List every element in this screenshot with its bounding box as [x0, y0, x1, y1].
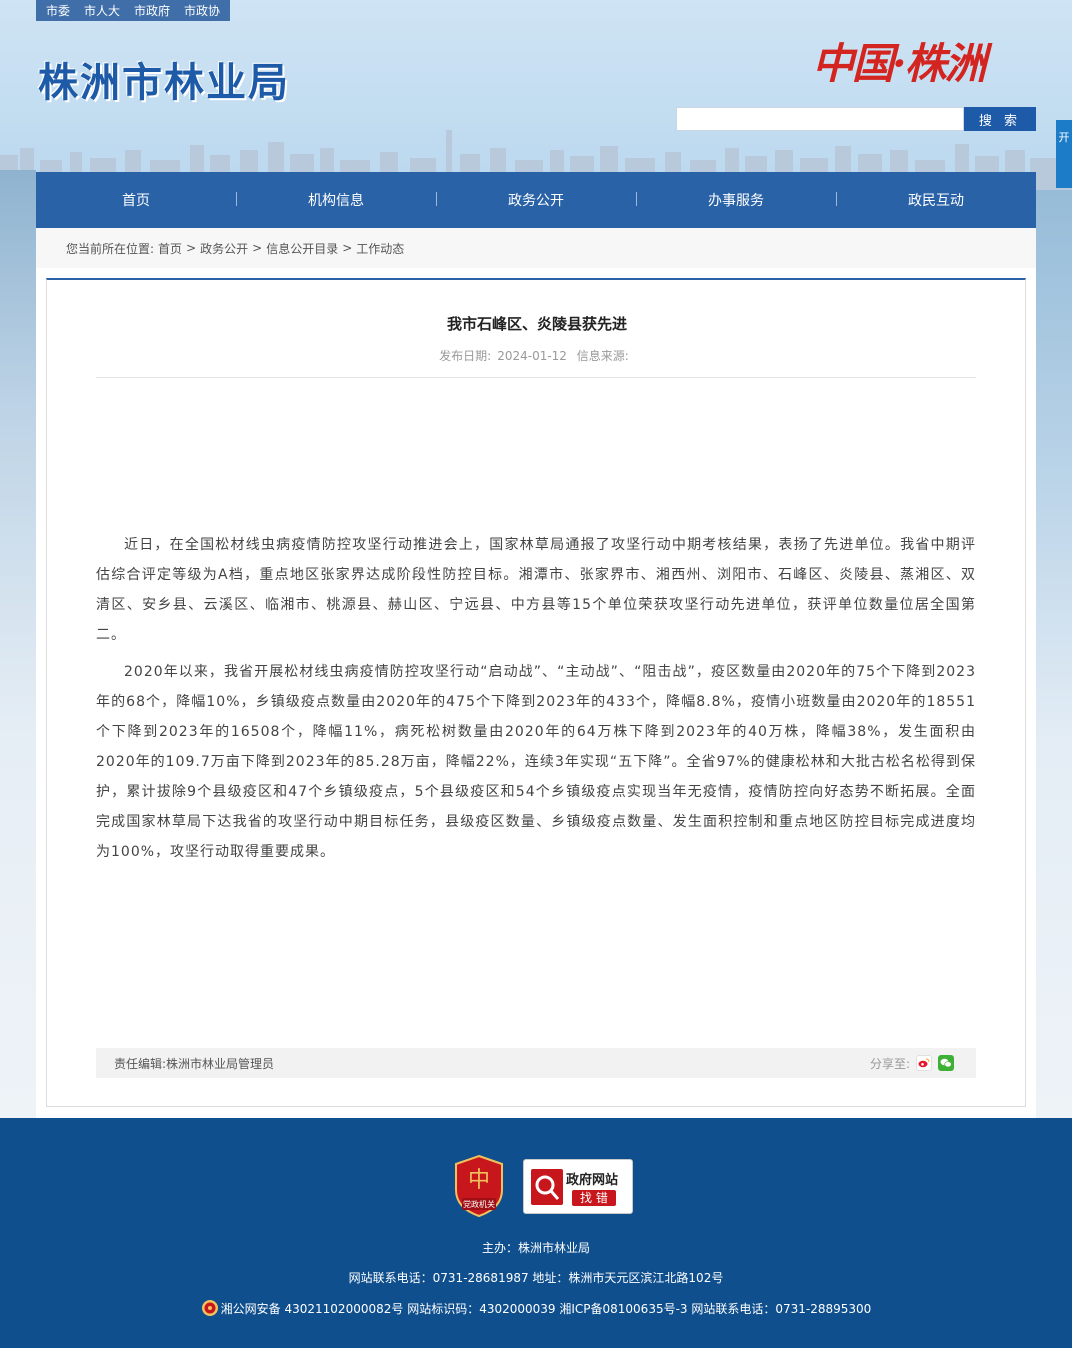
site-footer: 中 党政机关 政府网站 找 错 主办：株洲市林业局 网站联系电话：0731-28…: [0, 1118, 1072, 1348]
breadcrumb-prefix: 您当前所在位置:: [66, 241, 155, 256]
search-input[interactable]: [676, 107, 964, 131]
breadcrumb: 您当前所在位置: 首页 > 政务公开 > 信息公开目录 > 工作动态: [36, 228, 1036, 268]
footer-record: 湘公网安备 43021102000082号 网站标识码：4302000039 湘…: [220, 1301, 872, 1316]
breadcrumb-separator: >: [252, 241, 263, 255]
gov-site-error-badge[interactable]: 政府网站 找 错: [523, 1159, 633, 1214]
side-floating-tab[interactable]: 开: [1056, 120, 1072, 188]
police-badge-icon: [201, 1300, 218, 1316]
top-link-shizhengfu[interactable]: 市政府: [134, 2, 170, 19]
main-nav: 首页 机构信息 政务公开 办事服务 政民互动: [36, 172, 1036, 228]
editor-name: 株洲市林业局管理员: [166, 1056, 275, 1071]
breadcrumb-separator: >: [186, 241, 197, 255]
svg-text:中: 中: [468, 1168, 490, 1193]
footer-contact: 网站联系电话：0731-28681987 地址：株洲市天元区滨江北路102号: [348, 1271, 724, 1285]
nav-home[interactable]: 首页: [36, 190, 236, 210]
nav-org-info[interactable]: 机构信息: [236, 190, 436, 210]
gov-badge-title: 政府网站: [566, 1173, 619, 1188]
article-frame: 我市石峰区、炎陵县获先进 发布日期: 2024-01-12 信息来源: 近日，在全…: [46, 278, 1026, 1107]
nav-gov-affairs[interactable]: 政务公开: [436, 190, 636, 210]
share-group: 分享至:: [870, 1048, 954, 1078]
editor-bar: 责任编辑: 株洲市林业局管理员 分享至:: [96, 1048, 976, 1078]
magnifier-icon: [531, 1169, 563, 1205]
left-scenery: [0, 170, 36, 1118]
party-government-badge[interactable]: 中 党政机关: [452, 1154, 506, 1218]
gov-badge-sub: 找 错: [572, 1190, 616, 1206]
top-link-shizhengxie[interactable]: 市政协: [184, 2, 220, 19]
top-links-bar: 市委 市人大 市政府 市政协: [36, 0, 231, 21]
article-paragraph: 2020年以来，我省开展松材线虫病疫情防控攻坚行动“启动战”、“主动战”、“阻击…: [96, 664, 976, 860]
breadcrumb-item-gov-affairs[interactable]: 政务公开: [200, 240, 248, 257]
article-meta: 发布日期: 2024-01-12 信息来源:: [47, 347, 1027, 364]
source-label: 信息来源:: [576, 349, 629, 363]
publish-date: 2024-01-12: [497, 349, 567, 363]
breadcrumb-separator: >: [342, 241, 353, 255]
weibo-share-icon[interactable]: [916, 1055, 932, 1071]
title-divider: [96, 377, 976, 378]
right-scenery: [1036, 190, 1072, 1118]
nav-interaction[interactable]: 政民互动: [836, 190, 1036, 210]
breadcrumb-item-catalog[interactable]: 信息公开目录: [266, 240, 338, 257]
top-link-shirenda[interactable]: 市人大: [84, 2, 120, 19]
top-link-shiwei[interactable]: 市委: [46, 2, 70, 19]
article-body: 近日，在全国松材线虫病疫情防控攻坚行动推进会上，国家林草局通报了攻坚行动中期考核…: [96, 530, 976, 874]
site-title[interactable]: 株洲市林业局: [38, 50, 290, 108]
brand-calligraphy-logo: 中国·株洲: [812, 39, 987, 88]
footer-record-row: 湘公网安备 43021102000082号 网站标识码：4302000039 湘…: [0, 1299, 1072, 1317]
footer-sponsor: 主办：株洲市林业局: [481, 1241, 590, 1255]
article-title: 我市石峰区、炎陵县获先进: [446, 315, 627, 333]
editor-label: 责任编辑:: [114, 1056, 167, 1071]
content-panel: 我市石峰区、炎陵县获先进 发布日期: 2024-01-12 信息来源: 近日，在全…: [36, 268, 1036, 1118]
wechat-share-icon[interactable]: [938, 1055, 954, 1071]
party-badge-text: 党政机关: [463, 1199, 495, 1209]
share-label: 分享至:: [869, 1056, 910, 1071]
nav-services[interactable]: 办事服务: [636, 190, 836, 210]
breadcrumb-item-work-news[interactable]: 工作动态: [356, 240, 404, 257]
article-paragraph: 近日，在全国松材线虫病疫情防控攻坚行动推进会上，国家林草局通报了攻坚行动中期考核…: [96, 537, 976, 643]
breadcrumb-item-home[interactable]: 首页: [158, 240, 182, 257]
date-label: 发布日期:: [439, 349, 492, 363]
search-button[interactable]: 搜 索: [964, 107, 1036, 131]
